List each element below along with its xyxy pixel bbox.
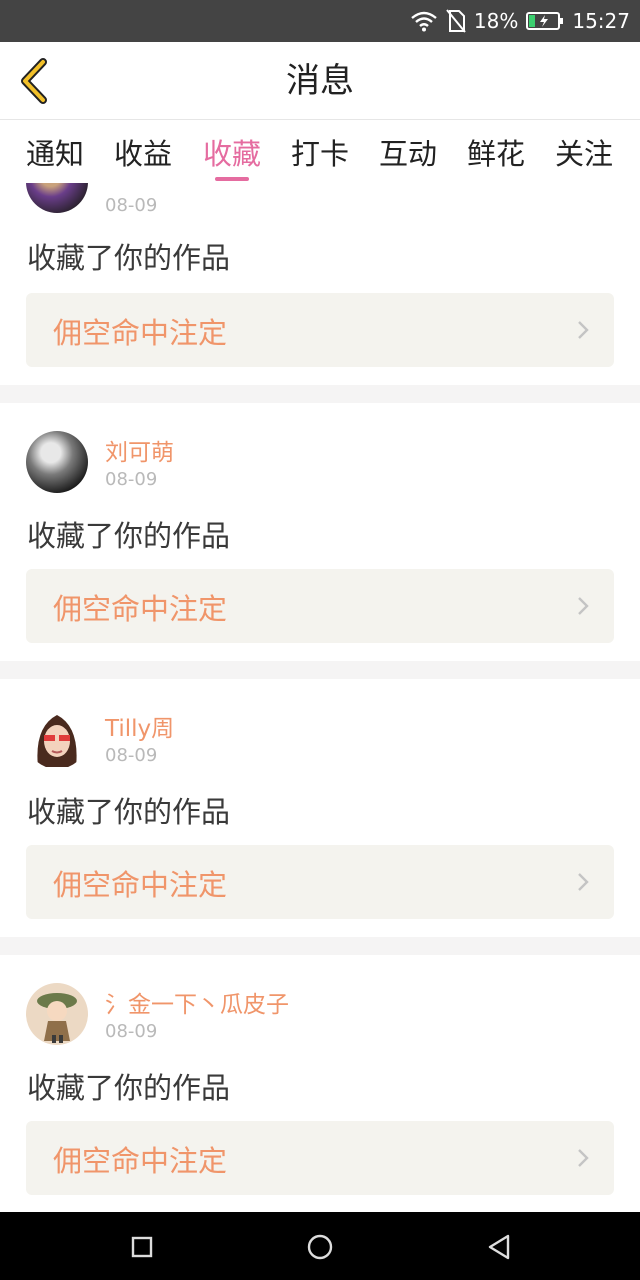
message-date: 08-09	[105, 1021, 158, 1042]
tab-checkin[interactable]: 打卡	[291, 131, 349, 173]
action-text: 收藏了你的作品	[27, 519, 231, 553]
chevron-right-icon	[578, 597, 589, 615]
user-name[interactable]: 氵金一下丶瓜皮子	[105, 985, 289, 1019]
battery-charging-icon	[526, 11, 564, 31]
action-text: 收藏了你的作品	[27, 1071, 231, 1105]
message-date: 08-09	[105, 469, 158, 490]
work-title: 佣空命中注定	[53, 316, 228, 350]
recents-button[interactable]	[127, 1232, 157, 1262]
message-date: 08-09	[105, 195, 158, 216]
list-item: 刘可萌 08-09 收藏了你的作品 佣空命中注定	[0, 403, 640, 661]
chevron-right-icon	[578, 873, 589, 891]
system-back-button[interactable]	[484, 1232, 514, 1262]
list-item: 氵金一下丶瓜皮子 08-09 收藏了你的作品 佣空命中注定	[0, 955, 640, 1212]
clock: 15:27	[572, 9, 630, 33]
tab-flowers[interactable]: 鲜花	[467, 131, 525, 173]
page-title: 消息	[286, 61, 354, 101]
tab-interaction[interactable]: 互动	[379, 131, 437, 173]
home-button[interactable]	[305, 1232, 335, 1262]
home-circle-icon	[307, 1234, 333, 1260]
work-title: 佣空命中注定	[53, 1144, 228, 1178]
chevron-right-icon	[578, 321, 589, 339]
recents-square-icon	[131, 1236, 153, 1258]
user-name[interactable]: 刘可萌	[105, 433, 174, 467]
work-link[interactable]: 佣空命中注定	[26, 293, 614, 367]
user-name[interactable]: Tilly周	[105, 709, 174, 743]
work-link[interactable]: 佣空命中注定	[26, 845, 614, 919]
work-title: 佣空命中注定	[53, 868, 228, 902]
divider	[0, 385, 640, 403]
avatar[interactable]	[26, 983, 88, 1045]
tab-follow[interactable]: 关注	[555, 131, 613, 173]
battery-percent: 18%	[473, 9, 519, 33]
message-date: 08-09	[105, 745, 158, 766]
avatar[interactable]	[26, 431, 88, 493]
tab-bar: 通知 收益 收藏 打卡 互动 鲜花 关注	[0, 121, 640, 183]
action-text: 收藏了你的作品	[27, 241, 231, 275]
list-item: Tilly周 08-09 收藏了你的作品 佣空命中注定	[0, 679, 640, 937]
work-link[interactable]: 佣空命中注定	[26, 1121, 614, 1195]
avatar[interactable]	[26, 707, 88, 769]
avatar[interactable]	[26, 183, 88, 213]
wifi-icon	[410, 10, 438, 32]
header-bar: 消息	[0, 42, 640, 120]
system-navigation-bar	[0, 1212, 640, 1280]
divider	[0, 661, 640, 679]
tab-favorites[interactable]: 收藏	[203, 131, 261, 173]
status-bar: 18% 15:27	[0, 0, 640, 42]
chevron-right-icon	[578, 1149, 589, 1167]
back-triangle-icon	[488, 1234, 510, 1260]
work-title: 佣空命中注定	[53, 592, 228, 626]
tab-notice[interactable]: 通知	[26, 131, 84, 173]
list-item: 08-09 收藏了你的作品 佣空命中注定	[0, 183, 640, 367]
status-bar-right: 18% 15:27	[410, 0, 630, 42]
active-tab-indicator	[215, 177, 249, 181]
work-link[interactable]: 佣空命中注定	[26, 569, 614, 643]
message-list[interactable]: 08-09 收藏了你的作品 佣空命中注定 刘可萌 08-09 收藏了你的作品 佣…	[0, 183, 640, 1212]
tab-earnings[interactable]: 收益	[114, 131, 172, 173]
divider	[0, 937, 640, 955]
action-text: 收藏了你的作品	[27, 795, 231, 829]
no-sim-icon	[446, 9, 466, 33]
